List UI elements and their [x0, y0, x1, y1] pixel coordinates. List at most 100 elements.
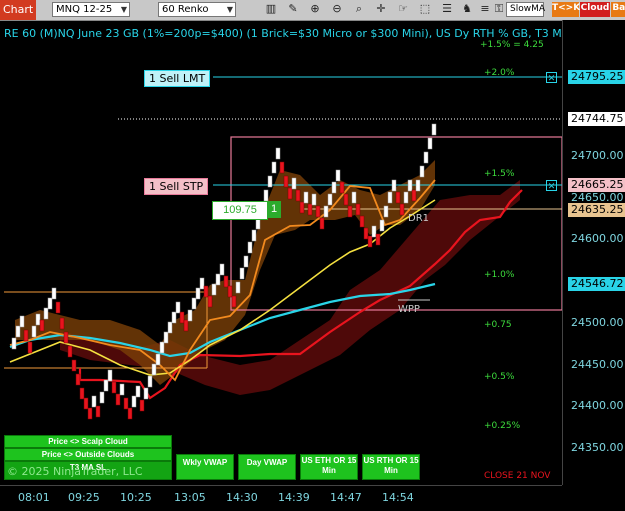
bar-toggle[interactable]: Bar	[611, 2, 625, 17]
lock-icon[interactable]: ⚿	[492, 2, 506, 17]
wkly-vwap-button[interactable]: Wkly VWAP	[176, 454, 234, 480]
renko-brick	[159, 341, 165, 354]
renko-brick	[203, 285, 209, 298]
renko-brick	[367, 235, 373, 248]
scalp-cloud-button[interactable]: Price <> Scalp Cloud	[4, 435, 172, 448]
renko-brick	[19, 315, 25, 328]
time-axis[interactable]: 08:01 09:25 10:25 13:05 14:30 14:39 14:4…	[0, 485, 562, 511]
renko-brick	[111, 381, 117, 394]
renko-brick	[415, 179, 421, 192]
price-marker-sell-limit: 24795.25	[568, 70, 625, 84]
renko-brick	[191, 297, 197, 310]
bar-type-selector[interactable]: 60 Renko ▼	[158, 2, 236, 17]
renko-brick	[355, 203, 361, 216]
renko-brick	[411, 189, 417, 202]
renko-brick	[291, 177, 297, 190]
sell-stop-order[interactable]: 1 Sell STP	[144, 178, 209, 195]
renko-brick	[419, 165, 425, 178]
renko-brick	[335, 169, 341, 182]
renko-brick	[199, 277, 205, 290]
renko-brick	[95, 405, 101, 418]
crosshair-icon[interactable]: ✛	[374, 2, 388, 17]
list-icon[interactable]: ≡	[478, 2, 492, 17]
renko-brick	[311, 193, 317, 206]
renko-brick	[23, 329, 29, 342]
renko-brick	[103, 379, 109, 392]
close-icon[interactable]: ✕	[546, 72, 557, 83]
renko-brick	[431, 123, 437, 136]
close-icon[interactable]: ✕	[546, 180, 557, 191]
properties-icon[interactable]: ☰	[440, 2, 454, 17]
copyright-text: © 2025 NinjaTrader, LLC	[7, 465, 143, 478]
renko-brick	[123, 397, 129, 410]
hand-icon[interactable]: ☞	[396, 2, 410, 17]
renko-brick	[15, 325, 21, 338]
renko-brick	[63, 331, 69, 344]
chart-title: RE 60 (M)NQ June 23 GB (1%=200p=$400) (1…	[4, 27, 586, 40]
tc-toggle[interactable]: T<>K	[552, 2, 580, 17]
renko-brick	[195, 287, 201, 300]
chart-tab[interactable]: Chart	[0, 0, 36, 20]
renko-brick	[247, 241, 253, 254]
instrument-value: MNQ 12-25	[56, 4, 113, 15]
renko-brick	[295, 189, 301, 202]
sell-limit-order[interactable]: 1 Sell LMT	[144, 70, 211, 87]
chevron-down-icon: ▼	[120, 5, 127, 14]
renko-brick	[283, 175, 289, 188]
renko-brick	[183, 319, 189, 332]
renko-brick	[287, 187, 293, 200]
renko-brick	[139, 399, 145, 412]
pnl-counter[interactable]: 109.75	[212, 201, 268, 220]
renko-brick	[403, 191, 409, 204]
renko-brick	[43, 307, 49, 320]
time-tick: 09:25	[68, 491, 100, 504]
strategy-icon[interactable]: ♞	[460, 2, 474, 17]
renko-brick	[427, 137, 433, 150]
time-tick: 08:01	[18, 491, 50, 504]
pencil-icon[interactable]: ✎	[286, 2, 300, 17]
price-axis[interactable]: 24795.25 24744.75 24700.00 24665.25 2465…	[562, 20, 625, 485]
renko-brick	[143, 387, 149, 400]
indicator-selector[interactable]: SlowMA	[506, 2, 545, 17]
renko-brick	[35, 313, 41, 326]
us-rth-or-button[interactable]: US RTH OR 15 Min	[362, 454, 420, 480]
select-icon[interactable]: ⬚	[418, 2, 432, 17]
day-vwap-button[interactable]: Day VWAP	[238, 454, 296, 480]
renko-brick	[47, 297, 53, 310]
renko-brick	[11, 337, 17, 350]
outside-clouds-button[interactable]: Price <> Outside Clouds	[4, 448, 172, 461]
cloud-toggle[interactable]: Cloud	[580, 2, 610, 17]
time-tick: 13:05	[174, 491, 206, 504]
zoom-in-icon[interactable]: ⊕	[308, 2, 322, 17]
instrument-selector[interactable]: MNQ 12-25 ▼	[52, 2, 130, 17]
renko-brick	[147, 375, 153, 388]
close-date-label: CLOSE 21 NOV	[484, 471, 551, 481]
renko-brick	[331, 181, 337, 194]
renko-brick	[391, 179, 397, 192]
renko-brick	[87, 407, 93, 420]
renko-brick	[39, 319, 45, 332]
renko-brick	[119, 383, 125, 396]
renko-brick	[115, 393, 121, 406]
renko-brick	[351, 191, 357, 204]
renko-brick	[31, 325, 37, 338]
price-marker-last: 24744.75	[568, 112, 625, 126]
renko-brick	[243, 255, 249, 268]
renko-brick	[207, 295, 213, 308]
renko-brick	[215, 273, 221, 286]
renko-brick	[267, 175, 273, 188]
price-tick-24450: 24450.00	[571, 358, 624, 371]
renko-brick	[235, 281, 241, 294]
renko-brick	[239, 267, 245, 280]
renko-brick	[307, 203, 313, 216]
renko-brick	[75, 373, 81, 386]
bars-icon[interactable]: ▥	[264, 2, 278, 17]
renko-brick	[99, 391, 105, 404]
renko-brick	[179, 311, 185, 324]
magnifier-icon[interactable]: ⌕	[352, 2, 366, 17]
chart-canvas[interactable]: RE 60 (M)NQ June 23 GB (1%=200p=$400) (1…	[0, 20, 586, 485]
renko-brick	[175, 301, 181, 314]
zoom-out-icon[interactable]: ⊖	[330, 2, 344, 17]
us-eth-or-button[interactable]: US ETH OR 15 Min	[300, 454, 358, 480]
quantity-badge: 1	[267, 201, 281, 218]
